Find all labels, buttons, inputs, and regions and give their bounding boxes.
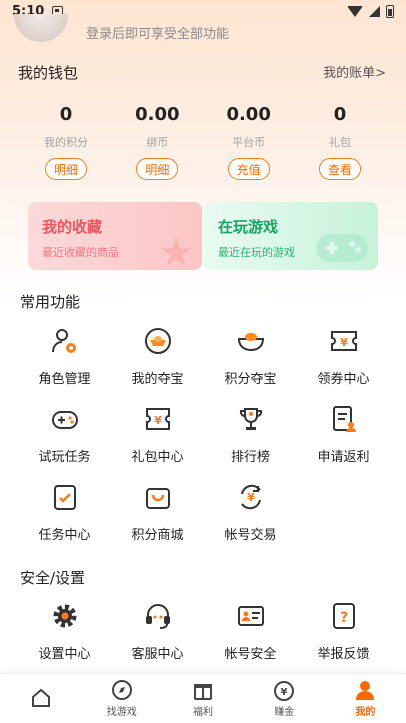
common-functions-grid: 角色管理 我的夺宝 积分夺宝 ¥ 领券中心 试玩任务 ¥ 礼包中心 排行榜 申请… [18, 316, 390, 550]
wifi-icon [347, 5, 363, 17]
svg-text:¥: ¥ [340, 336, 348, 349]
svg-text:¥: ¥ [281, 687, 288, 698]
wallet-value: 0.00 [135, 104, 180, 125]
svg-text:¥: ¥ [154, 414, 162, 427]
tab-welfare[interactable]: 福利 [162, 674, 243, 723]
gamepad-icon [50, 404, 80, 434]
apply-rebate-item[interactable]: 申请返利 [297, 394, 390, 472]
coupon-yen-icon: ¥ [329, 326, 359, 356]
profile-icon [354, 679, 376, 701]
grid-label: 积分夺宝 [224, 372, 277, 387]
bound-coins-detail-button[interactable]: 明细 [136, 158, 179, 180]
tab-label: 我的 [355, 707, 376, 718]
grid-label: 礼包中心 [131, 450, 184, 465]
bottom-tab-bar: 找游戏 福利 ¥ 赚金 我的 [0, 673, 406, 723]
settings-gear-icon [50, 601, 80, 631]
wallet-stats: 0 我的积分 明细 0.00 绑币 明细 0.00 平台币 充值 0 礼包 查看 [30, 104, 376, 180]
favorites-card[interactable]: 我的收藏 最近收藏的商品 ★ [28, 202, 202, 270]
gift-box-icon [192, 679, 214, 701]
security-settings-title: 安全/设置 [20, 569, 86, 587]
coupon-center-item[interactable]: ¥ 领券中心 [297, 316, 390, 394]
grid-label: 排行榜 [230, 450, 270, 465]
points-treasure-item[interactable]: 积分夺宝 [204, 316, 297, 394]
view-gifts-button[interactable]: 查看 [318, 158, 361, 180]
points-detail-button[interactable]: 明细 [45, 158, 87, 180]
task-check-icon [50, 482, 80, 512]
account-trade-icon: ¥ [236, 482, 266, 512]
tab-earn[interactable]: ¥ 赚金 [244, 674, 325, 723]
tab-find-games[interactable]: 找游戏 [81, 674, 162, 723]
tab-home[interactable] [0, 674, 81, 723]
id-card-icon [236, 601, 266, 631]
account-security-item[interactable]: 帐号安全 [204, 591, 297, 669]
wallet-label: 绑币 [146, 136, 169, 149]
battery-icon [386, 4, 394, 18]
account-trade-item[interactable]: ¥ 帐号交易 [204, 472, 297, 550]
rebate-document-icon [329, 404, 359, 434]
question-report-icon: ? [329, 601, 359, 631]
grid-label: 积分商城 [131, 528, 184, 543]
wallet-label: 礼包 [328, 136, 351, 149]
login-hint[interactable]: 登录后即可享受全部功能 [86, 23, 229, 42]
grid-label: 角色管理 [38, 372, 91, 387]
wallet-gift-packs: 0 礼包 查看 [304, 104, 376, 180]
role-management-item[interactable]: 角色管理 [18, 316, 111, 394]
gift-ticket-icon: ¥ [143, 404, 173, 434]
settings-center-item[interactable]: 设置中心 [18, 591, 111, 669]
grid-label: 领券中心 [317, 372, 370, 387]
wallet-bound-coins: 0.00 绑币 明细 [121, 104, 193, 180]
grid-label: 申请返利 [317, 450, 370, 465]
compass-icon [111, 679, 133, 701]
gift-center-item[interactable]: ¥ 礼包中心 [111, 394, 204, 472]
wallet-label: 平台币 [232, 136, 266, 149]
money-bag-icon: ¥ [273, 679, 295, 701]
grid-label: 帐号安全 [224, 647, 277, 662]
playing-games-card[interactable]: 在玩游戏 最近在玩的游戏 [204, 202, 378, 270]
tab-mine[interactable]: 我的 [325, 674, 406, 723]
gamepad-deco-icon [314, 230, 370, 270]
task-center-item[interactable]: 任务中心 [18, 472, 111, 550]
security-settings-grid: 设置中心 客服中心 帐号安全 ? 举报反馈 [18, 591, 390, 669]
grid-label: 客服中心 [131, 647, 184, 662]
grid-label: 我的夺宝 [131, 372, 184, 387]
gold-ingot-icon [236, 326, 266, 356]
wallet-label: 我的积分 [44, 136, 88, 149]
my-treasure-item[interactable]: 我的夺宝 [111, 316, 204, 394]
points-mall-item[interactable]: 积分商城 [111, 472, 204, 550]
signal-icon [369, 5, 380, 17]
tab-label: 福利 [193, 707, 213, 718]
wallet-value: 0 [333, 104, 347, 125]
svg-text:?: ? [339, 610, 347, 626]
shopping-bag-icon [143, 482, 173, 512]
grid-label: 帐号交易 [224, 528, 277, 543]
report-feedback-item[interactable]: ? 举报反馈 [297, 591, 390, 669]
leaderboard-item[interactable]: 排行榜 [204, 394, 297, 472]
trial-task-item[interactable]: 试玩任务 [18, 394, 111, 472]
grid-label: 任务中心 [38, 528, 91, 543]
star-icon: ★ [158, 230, 194, 270]
user-gear-icon [50, 326, 80, 356]
common-functions-title: 常用功能 [20, 293, 81, 311]
bill-link[interactable]: 我的账单> [323, 62, 386, 81]
wallet-points: 0 我的积分 明细 [30, 104, 102, 180]
grid-label: 设置中心 [38, 647, 91, 662]
trophy-icon [236, 404, 266, 434]
customer-service-item[interactable]: 客服中心 [111, 591, 204, 669]
svg-text:¥: ¥ [247, 491, 255, 504]
home-icon [30, 687, 52, 709]
grid-label: 试玩任务 [38, 450, 91, 465]
tab-label: 赚金 [274, 707, 295, 718]
wallet-platform-coins: 0.00 平台币 充值 [213, 104, 285, 180]
wallet-value: 0 [59, 104, 73, 125]
recharge-button[interactable]: 充值 [227, 158, 270, 180]
gold-ingot-circle-icon [143, 326, 173, 356]
wallet-title: 我的钱包 [18, 64, 79, 82]
tab-label: 找游戏 [106, 707, 137, 718]
wallet-value: 0.00 [226, 104, 271, 125]
grid-label: 举报反馈 [317, 647, 370, 662]
headset-icon [143, 601, 173, 631]
